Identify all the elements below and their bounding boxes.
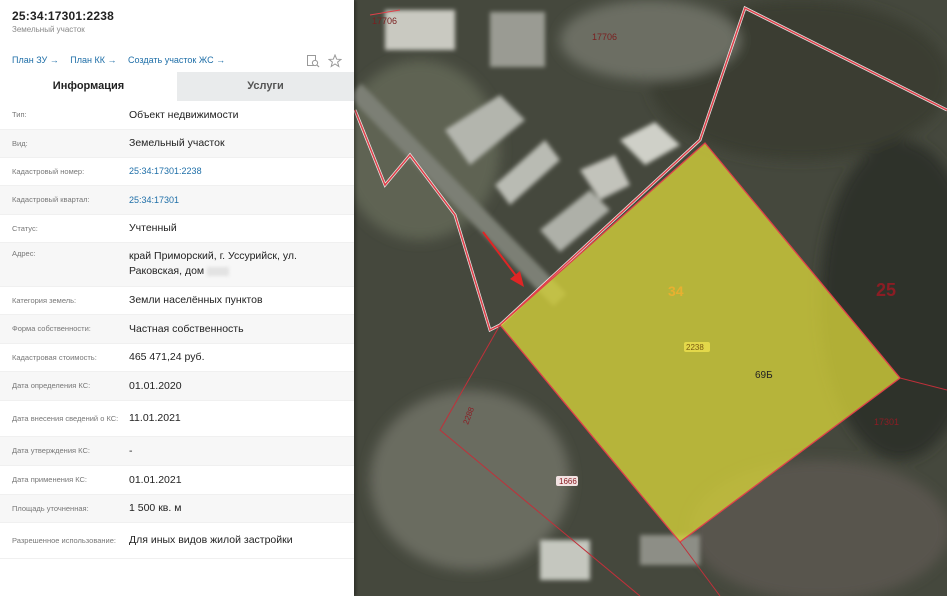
row-value: 465 471,24 руб. [129, 351, 205, 363]
search-doc-icon[interactable] [306, 54, 320, 68]
table-row: Категория земель: Земли населённых пункто… [0, 287, 354, 315]
row-label: Вид: [12, 138, 28, 148]
row-value: Земельный участок [129, 137, 225, 149]
row-value: Для иных видов жилой застройки [129, 534, 293, 546]
redacted-house-number [207, 266, 230, 276]
info-panel: 25:34:17301:2238 Земельный участок План … [0, 0, 354, 596]
arrow-right-icon: → [49, 55, 59, 65]
arrow-right-icon: → [107, 55, 117, 65]
table-row: Кадастровая стоимость: 465 471,24 руб. [0, 344, 354, 372]
action-links: План ЗУ → План КК → Создать участок ЖС → [12, 53, 343, 69]
table-row: Адрес: край Приморский, г. Уссурийск, ул.… [0, 243, 354, 287]
row-label: Форма собственности: [12, 324, 91, 333]
tab-services[interactable]: Услуги [177, 72, 354, 101]
row-value: Учтенный [129, 222, 177, 234]
row-label: Площадь уточненная: [12, 503, 89, 513]
row-value: 01.01.2021 [129, 473, 182, 486]
row-label: Дата внесения сведений о КС: [12, 413, 119, 423]
table-row: Кадастровый квартал: 25:34:17301 [0, 186, 354, 215]
tab-information[interactable]: Информация [0, 72, 177, 101]
map-label-17706-b: 17706 [592, 32, 617, 42]
row-value: - [129, 444, 133, 457]
row-label: Кадастровый квартал: [12, 195, 90, 204]
table-row: Статус: Учтенный [0, 215, 354, 243]
table-row: Кадастровый номер: 25:34:17301:2238 [0, 158, 354, 186]
row-value: 1 500 кв. м [129, 502, 182, 514]
row-value: Объект недвижимости [129, 108, 239, 121]
star-icon[interactable] [327, 53, 343, 68]
row-label: Дата утверждения КС: [12, 446, 90, 455]
table-row: Дата определения КС: 01.01.2020 [0, 372, 354, 401]
map-label-parcel-2238: 2238 [686, 343, 704, 352]
table-row: Тип: Объект недвижимости [0, 101, 354, 130]
row-value: Земли населённых пунктов [129, 294, 263, 306]
row-value: Частная собственность [129, 322, 244, 335]
map-label-kvartal-34: 34 [668, 283, 684, 299]
table-row: Форма собственности: Частная собственност… [0, 315, 354, 344]
table-row: Дата внесения сведений о КС: 11.01.2021 [0, 401, 354, 437]
arrow-right-icon: → [216, 55, 226, 65]
link-plan-kk[interactable]: План КК → [70, 55, 116, 65]
table-row: Дата применения КС: 01.01.2021 [0, 466, 354, 495]
row-label: Кадастровый номер: [12, 166, 85, 176]
info-table: Тип: Объект недвижимости Вид: Земельный уч… [0, 101, 354, 559]
row-label: Адрес: [12, 249, 36, 258]
row-label: Тип: [12, 110, 27, 119]
map-label-house-69b: 69Б [755, 370, 773, 381]
table-row: Дата утверждения КС: - [0, 437, 354, 466]
map-label-kvartal-25: 25 [876, 280, 896, 300]
row-label: Статус: [12, 223, 38, 233]
map-label-17301: 17301 [874, 417, 899, 427]
cadastral-block-link[interactable]: 25:34:17301 [129, 193, 354, 208]
row-value: 01.01.2020 [129, 379, 182, 392]
map-label-1666: 1666 [559, 477, 577, 486]
cadastral-number-link[interactable]: 25:34:17301:2238 [129, 164, 354, 179]
row-label: Дата определения КС: [12, 381, 91, 390]
row-label: Категория земель: [12, 295, 77, 305]
row-label: Кадастровая стоимость: [12, 352, 97, 362]
cadastral-number-title: 25:34:17301:2238 [12, 9, 114, 23]
address-value: край Приморский, г. Уссурийск, ул. Раков… [129, 250, 297, 277]
row-label: Разрешенное использование: [12, 535, 116, 545]
tab-bar: Информация Услуги [0, 72, 354, 101]
object-kind-subtitle: Земельный участок [12, 25, 85, 34]
table-row: Вид: Земельный участок [0, 130, 354, 158]
table-row: Площадь уточненная: 1 500 кв. м [0, 495, 354, 523]
row-value: 11.01.2021 [129, 412, 181, 424]
link-plan-zu[interactable]: План ЗУ → [12, 55, 59, 65]
link-create-parcel[interactable]: Создать участок ЖС → [128, 55, 225, 65]
row-label: Дата применения КС: [12, 475, 88, 484]
map-label-17706-a: 17706 [372, 16, 397, 26]
table-row: Разрешенное использование: Для иных видов… [0, 523, 354, 559]
